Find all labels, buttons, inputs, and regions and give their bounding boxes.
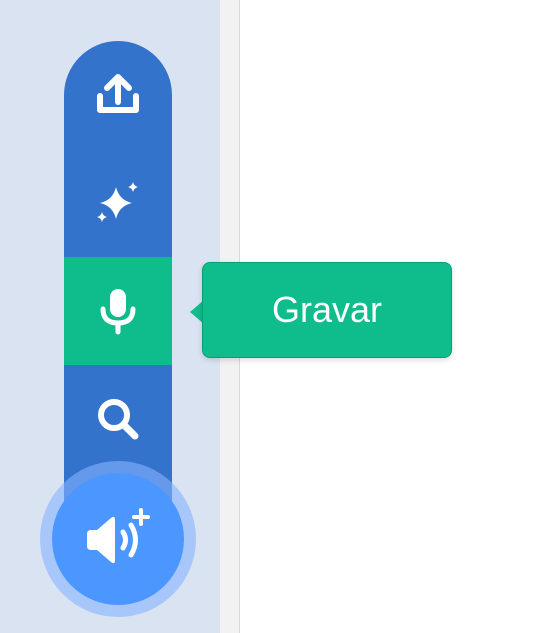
upload-icon bbox=[97, 74, 139, 113]
record-sound-button[interactable] bbox=[64, 257, 172, 365]
microphone-icon bbox=[100, 289, 136, 335]
record-tooltip: Gravar bbox=[202, 262, 452, 358]
sparkle-icon bbox=[97, 182, 138, 222]
speaker-plus-icon bbox=[87, 508, 150, 564]
upload-sound-button[interactable] bbox=[64, 41, 172, 149]
add-sound-button[interactable] bbox=[52, 473, 184, 605]
sound-action-menu bbox=[64, 41, 172, 511]
tooltip-label: Gravar bbox=[271, 289, 383, 330]
search-icon bbox=[98, 399, 139, 440]
choose-sound-button[interactable] bbox=[64, 365, 172, 473]
surprise-sound-button[interactable] bbox=[64, 149, 172, 257]
